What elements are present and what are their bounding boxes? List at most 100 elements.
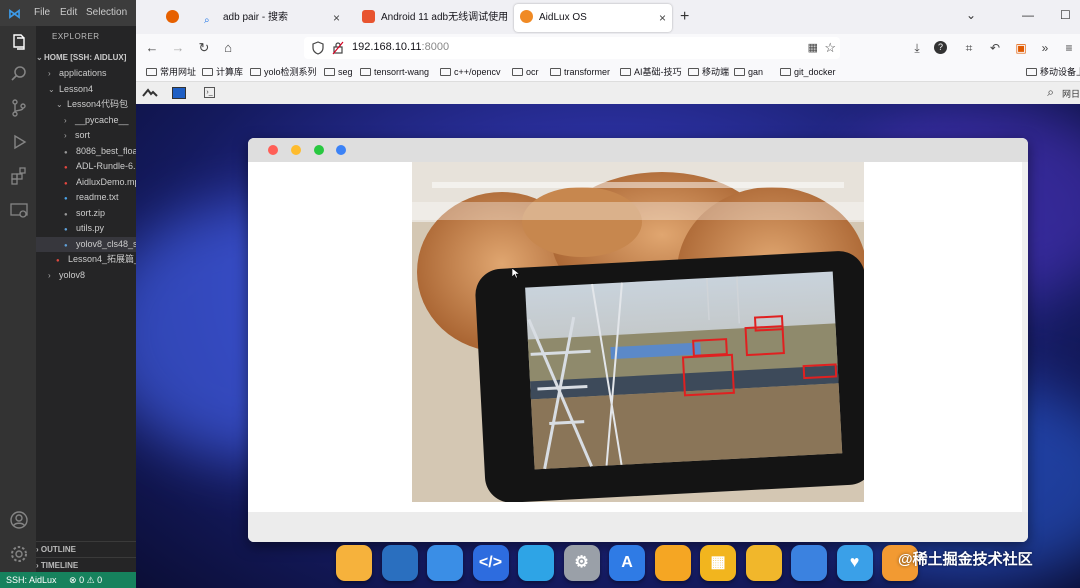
menu-icon[interactable]: ≡ (1060, 39, 1078, 57)
aidlux-logo-icon[interactable] (142, 85, 158, 101)
new-tab-button[interactable]: + (680, 8, 689, 26)
dock-hand-icon[interactable] (745, 545, 782, 581)
manage-gear-icon[interactable] (9, 544, 29, 564)
tree-file[interactable]: ● 8086_best_float (36, 144, 136, 159)
bookmark-folder[interactable]: c++/opencv (440, 65, 501, 79)
bookmark-folder[interactable]: 计算库 (202, 65, 243, 79)
desktop-icon[interactable] (172, 87, 186, 99)
extension-icon[interactable]: ▣ (1012, 39, 1030, 57)
mouse-cursor-icon (512, 268, 520, 278)
close-dot[interactable] (268, 145, 278, 155)
remote-indicator[interactable]: SSH: AidLux (0, 572, 63, 588)
chevron-down-icon: ⌄ (56, 100, 63, 109)
bookmark-folder[interactable]: ocr (512, 65, 539, 79)
bookmark-folder[interactable]: gan (734, 65, 763, 79)
dock-calculator-icon[interactable]: ▦ (700, 545, 736, 581)
tree-file[interactable]: ● utils.py (36, 221, 136, 236)
tree-label: yolov8_cls48_sc (76, 238, 136, 249)
extra-dot[interactable] (336, 145, 346, 155)
bookmark-star-icon[interactable]: ☆ (824, 40, 836, 56)
search-icon[interactable] (9, 64, 29, 84)
extensions-icon[interactable] (9, 166, 29, 186)
tab-adb-pair[interactable]: ⌕ adb pair - 搜索 × (198, 4, 346, 32)
tree-file[interactable]: ● readme.txt (36, 190, 136, 205)
tree-file[interactable]: ● yolov8_cls48_sc (36, 236, 136, 252)
bookmark-folder[interactable]: 移动设备上 (1026, 65, 1080, 79)
tree-folder[interactable]: ⌄ Lesson4 (36, 82, 136, 97)
close-tab-icon[interactable]: × (659, 4, 666, 32)
tree-file[interactable]: ● AidluxDemo.mp (36, 175, 136, 190)
bookmark-folder[interactable]: git_docker (780, 65, 836, 79)
dock-settings-icon[interactable]: ⚙ (563, 545, 600, 581)
bookmark-folder[interactable]: 移动端 (688, 65, 729, 79)
timeline-section[interactable]: › TIMELINE (36, 557, 136, 572)
tree-file[interactable]: ● ADL-Rundle-6.r (36, 159, 136, 174)
source-control-icon[interactable] (9, 98, 29, 118)
tab-aidlux[interactable]: AidLux OS × (514, 4, 672, 32)
run-debug-icon[interactable] (9, 132, 29, 152)
folder-icon (550, 68, 561, 76)
outline-section[interactable]: › OUTLINE (36, 541, 136, 556)
list-tabs-icon[interactable]: ⌄ (966, 8, 976, 22)
help-icon[interactable]: ? (934, 41, 947, 54)
home-icon[interactable]: ⌂ (220, 40, 236, 56)
minimize-dot[interactable] (291, 145, 301, 155)
bookmark-folder[interactable]: yolo检测系列 (250, 65, 317, 79)
shield-icon[interactable] (312, 41, 324, 55)
close-tab-icon[interactable]: × (333, 4, 340, 32)
qr-code-icon[interactable]: ▦ (808, 41, 818, 54)
folder-icon (146, 68, 157, 76)
tab-android11[interactable]: Android 11 adb无线调试使用 × (356, 4, 510, 32)
url-port: :8000 (421, 41, 450, 53)
bookmark-folder[interactable]: seg (324, 65, 353, 79)
file-icon: ● (64, 180, 68, 187)
bookmark-folder[interactable]: transformer (550, 65, 610, 79)
minimize-icon[interactable]: — (1022, 8, 1034, 22)
dock-heart-icon[interactable]: ♥ (836, 545, 873, 581)
terminal-icon[interactable]: ›_ (204, 87, 215, 98)
dock-terminal-icon[interactable] (381, 545, 418, 581)
dock-bulb-icon[interactable] (654, 545, 691, 581)
search-icon[interactable]: ⌕ (1047, 85, 1054, 100)
dock-cloud-icon[interactable] (518, 545, 554, 581)
tree-folder[interactable]: › yolov8 (36, 268, 136, 283)
maximize-icon[interactable]: ☐ (1060, 8, 1071, 22)
forward-icon[interactable]: → (170, 40, 186, 56)
url-bar[interactable]: 192.168.10.11:8000 ▦ ☆ (304, 37, 840, 59)
dock-app-store-icon[interactable]: A (609, 545, 645, 581)
undo-icon[interactable]: ↶ (986, 39, 1004, 57)
explorer-icon[interactable] (9, 32, 29, 52)
tab-firefox[interactable] (166, 4, 190, 32)
reload-icon[interactable]: ↻ (196, 40, 212, 56)
menu-file[interactable]: File (34, 7, 50, 18)
bookmark-folder[interactable]: 常用网址 (146, 65, 196, 79)
tree-folder[interactable]: › sort (36, 128, 136, 143)
dock-tools-icon[interactable] (791, 545, 827, 581)
tree-file[interactable]: ● Lesson4_拓展篇_ (36, 252, 136, 267)
dock-browser-icon[interactable] (427, 545, 463, 581)
tree-folder[interactable]: ⌄ Lesson4代码包 (36, 97, 136, 112)
menu-edit[interactable]: Edit (60, 7, 77, 18)
vscode-window: ⋈ File Edit Selection EXPLORER ⌄HOME [SS… (0, 0, 136, 588)
more-tools-icon[interactable]: » (1036, 39, 1054, 57)
explorer-root[interactable]: ⌄HOME [SSH: AIDLUX] (36, 50, 136, 65)
problems-indicator[interactable]: ⊗ 0 ⚠ 0 (69, 575, 102, 585)
file-icon: ● (64, 227, 68, 233)
aidlux-icon (520, 10, 533, 23)
dock-code-icon[interactable]: </> (472, 545, 509, 581)
insecure-lock-icon[interactable] (332, 41, 344, 55)
tree-folder[interactable]: › applications (36, 66, 136, 81)
remote-explorer-icon[interactable] (9, 200, 29, 220)
crop-icon[interactable]: ⌗ (960, 39, 978, 57)
tree-file[interactable]: ● sort.zip (36, 206, 136, 221)
bookmark-folder[interactable]: tensorrt-wang (360, 65, 429, 79)
bookmark-folder[interactable]: AI基础-技巧 (620, 65, 682, 79)
menu-selection[interactable]: Selection (86, 7, 127, 18)
back-icon[interactable]: ← (144, 40, 160, 56)
dock-files-icon[interactable] (336, 545, 372, 581)
tree-folder[interactable]: › __pycache__ (36, 113, 136, 128)
downloads-icon[interactable]: ⤓ (908, 39, 926, 57)
maximize-dot[interactable] (314, 145, 324, 155)
window-scrollbar[interactable] (1022, 162, 1028, 512)
account-icon[interactable] (9, 510, 29, 530)
